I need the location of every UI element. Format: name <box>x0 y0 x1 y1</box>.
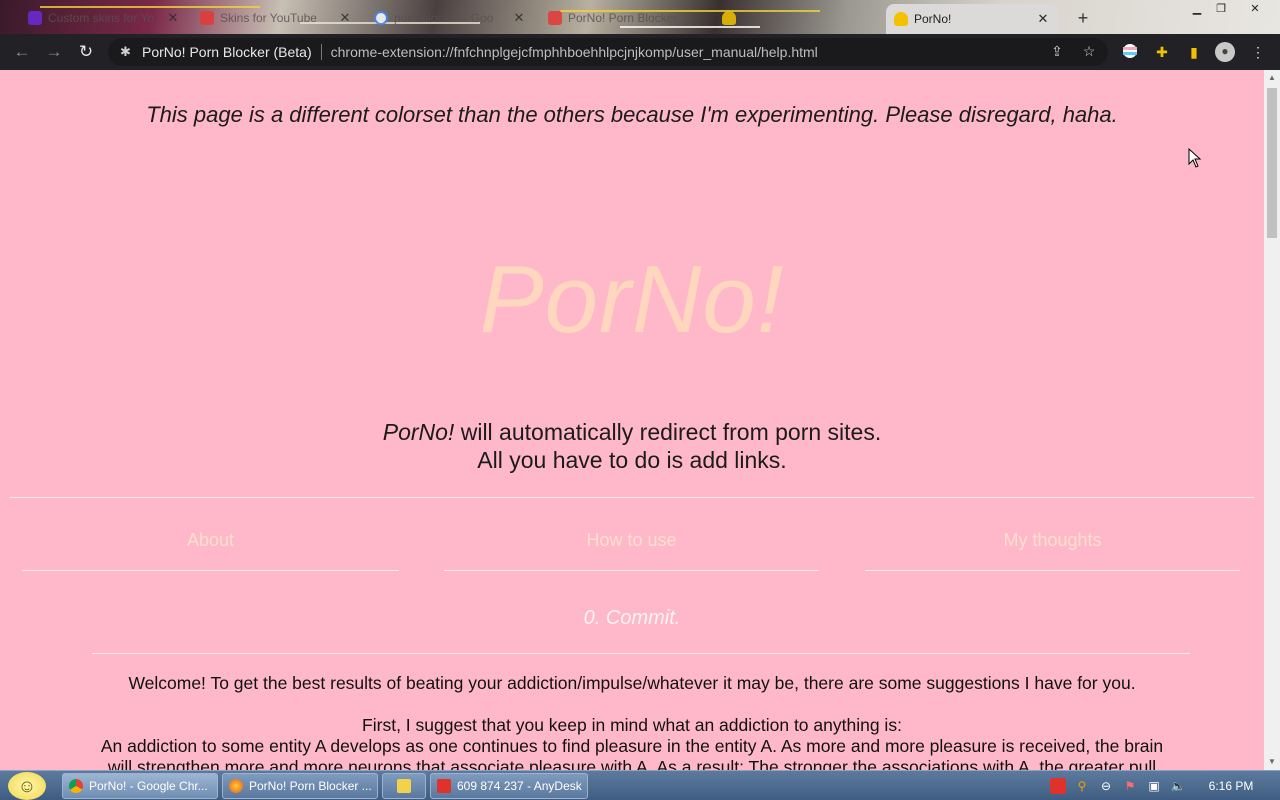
tab-porno-blocker[interactable]: PorNo! Porn Blocker <box>540 4 708 32</box>
tab-custom-skins[interactable]: Custom skins for Yo ✕ <box>20 4 188 32</box>
extension-flag-icon[interactable] <box>1121 43 1139 61</box>
anydesk-tray-icon[interactable] <box>1050 778 1066 794</box>
side-panel-icon[interactable]: ▮ <box>1185 43 1203 61</box>
nav-underline <box>22 570 399 571</box>
tab-title: porn blocker - Goo <box>394 11 494 25</box>
section-title: 0. Commit. <box>583 607 681 629</box>
kebab-menu-icon[interactable]: ⋮ <box>1249 43 1267 61</box>
tab-skins-youtube[interactable]: Skins for YouTube ✕ <box>192 4 360 32</box>
paragraph-addiction-2: will strengthen more and more neurons th… <box>107 757 1157 770</box>
puzzle-icon[interactable]: ✚ <box>1153 43 1171 61</box>
chrome-icon <box>69 779 83 793</box>
close-window-icon[interactable]: ✕ <box>1244 2 1266 16</box>
paragraph-addiction-1: An addiction to some entity A develops a… <box>100 736 1164 756</box>
tab-favicon <box>200 11 214 25</box>
avatar-icon[interactable]: ● <box>1215 42 1235 62</box>
new-tab-button[interactable]: + <box>1074 8 1092 29</box>
tagline: PorNo! will automatically redirect from … <box>0 418 1264 474</box>
nav-underline <box>444 570 819 571</box>
paragraph-first: First, I suggest that you keep in mind w… <box>362 715 902 735</box>
taskbar-firefox[interactable]: PorNo! Porn Blocker ... <box>222 773 378 799</box>
firefox-icon <box>229 779 243 793</box>
tagline-line-1-text: will automatically redirect from porn si… <box>454 419 882 445</box>
tab-title: PorNo! Porn Blocker <box>568 11 678 25</box>
star-icon[interactable]: ☆ <box>1080 43 1098 60</box>
minimize-icon[interactable]: ▁ <box>1186 2 1208 16</box>
volume-icon[interactable]: 🔈 <box>1170 778 1186 794</box>
scroll-down-icon[interactable]: ▼ <box>1264 754 1280 770</box>
paragraph-welcome: Welcome! To get the best results of beat… <box>128 673 1136 693</box>
network-status-icon[interactable]: ⊖ <box>1098 778 1114 794</box>
network-icon[interactable]: ▣ <box>1146 778 1162 794</box>
puzzle-icon: ✱ <box>120 44 131 59</box>
close-icon[interactable]: ✕ <box>166 10 180 26</box>
close-icon[interactable]: ✕ <box>1036 11 1050 27</box>
heart-icon <box>894 12 908 26</box>
share-icon[interactable]: ⇪ <box>1048 43 1066 60</box>
anydesk-icon <box>437 779 451 793</box>
site-name: PorNo! Porn Blocker (Beta) <box>142 44 312 60</box>
mouse-cursor-icon <box>1188 148 1202 168</box>
browser-toolbar: ← → ↻ ✱ PorNo! Porn Blocker (Beta) chrom… <box>0 34 1280 70</box>
search-tray-icon[interactable]: ⚲ <box>1074 778 1090 794</box>
tagline-brand: PorNo! <box>382 419 455 445</box>
close-icon[interactable]: ✕ <box>338 10 352 26</box>
tab-favicon <box>548 11 562 25</box>
taskbar-label: PorNo! Porn Blocker ... <box>249 779 372 793</box>
tab-title: Custom skins for Yo <box>48 11 155 25</box>
taskbar-label: PorNo! - Google Chr... <box>89 779 208 793</box>
restore-icon[interactable]: ❐ <box>1210 2 1232 16</box>
tab-google-search[interactable]: porn blocker - Goo ✕ <box>366 4 534 32</box>
tab-title: Skins for YouTube <box>220 11 317 25</box>
reload-icon[interactable]: ↻ <box>76 42 96 62</box>
nav-my-thoughts[interactable]: My thoughts <box>865 530 1240 551</box>
start-button[interactable]: ☺ <box>8 772 46 800</box>
nav-underline <box>865 570 1240 571</box>
scroll-up-icon[interactable]: ▲ <box>1264 70 1280 86</box>
heart-icon <box>722 11 736 25</box>
taskbar-clock[interactable]: 6:16 PM <box>1196 779 1266 793</box>
tab-strip: Custom skins for Yo ✕ Skins for YouTube … <box>0 0 1280 34</box>
folder-icon <box>397 779 411 793</box>
scroll-thumb[interactable] <box>1267 88 1277 238</box>
omnibox-divider <box>320 44 322 60</box>
flag-error-icon[interactable]: ⚑ <box>1122 778 1138 794</box>
section-divider <box>92 653 1190 654</box>
taskbar-anydesk[interactable]: 609 874 237 - AnyDesk <box>430 773 588 799</box>
page-content: This page is a different colorset than t… <box>0 70 1264 770</box>
close-icon[interactable]: ✕ <box>512 10 526 26</box>
tab-heart[interactable] <box>714 4 744 32</box>
tagline-line-2: All you have to do is add links. <box>477 447 787 473</box>
tab-title: PorNo! <box>914 12 952 26</box>
page-scrollbar[interactable]: ▲ ▼ <box>1264 70 1280 770</box>
nav-about[interactable]: About <box>22 530 399 551</box>
google-icon <box>374 11 388 25</box>
url-text[interactable]: chrome-extension://fnfchnplgejcfmphhboeh… <box>331 44 818 60</box>
divider <box>10 497 1254 498</box>
experiment-notice: This page is a different colorset than t… <box>146 102 1118 127</box>
forward-arrow-icon[interactable]: → <box>44 42 64 62</box>
tab-favicon <box>28 11 42 25</box>
taskbar-explorer[interactable] <box>382 773 426 799</box>
nav-how-to-use[interactable]: How to use <box>444 530 819 551</box>
tab-porno-active[interactable]: PorNo! ✕ <box>886 4 1058 34</box>
tagline-line-1: PorNo! will automatically redirect from … <box>0 418 1264 446</box>
taskbar: ☺ PorNo! - Google Chr... PorNo! Porn Blo… <box>0 770 1280 800</box>
taskbar-label: 609 874 237 - AnyDesk <box>457 779 582 793</box>
porno-logo: PorNo! <box>479 246 785 353</box>
address-bar[interactable]: ✱ PorNo! Porn Blocker (Beta) chrome-exte… <box>108 38 1108 66</box>
back-arrow-icon[interactable]: ← <box>12 42 32 62</box>
taskbar-chrome[interactable]: PorNo! - Google Chr... <box>62 773 218 799</box>
